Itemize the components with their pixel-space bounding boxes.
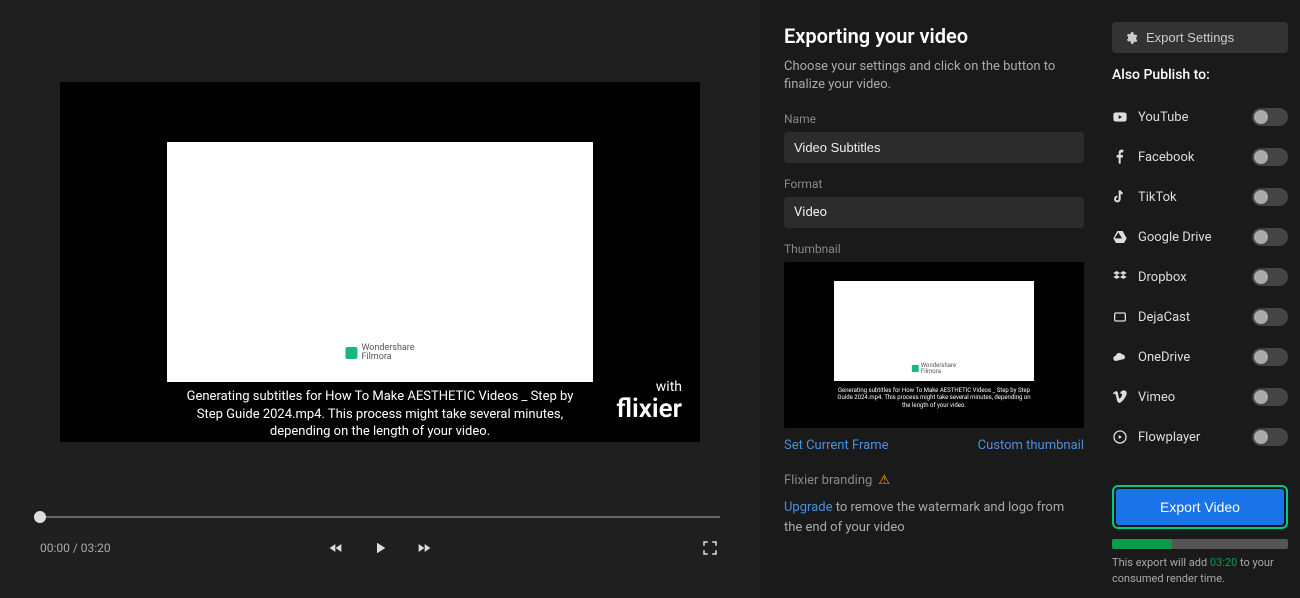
google-drive-icon: [1112, 229, 1128, 245]
publish-label: Facebook: [1138, 150, 1242, 165]
export-description: Choose your settings and click on the bu…: [784, 58, 1084, 94]
thumbnail-subtitle-text: Generating subtitles for How To Make AES…: [834, 387, 1034, 410]
toggle-dejacast[interactable]: [1252, 308, 1288, 326]
also-publish-label: Also Publish to:: [1112, 67, 1288, 83]
export-time-value: 03:20: [1210, 556, 1237, 569]
filmora-icon: [345, 347, 357, 359]
publish-row-dropbox: Dropbox: [1112, 257, 1288, 297]
publish-row-google-drive: Google Drive: [1112, 217, 1288, 257]
publish-label: YouTube: [1138, 110, 1242, 125]
thumbnail-preview: Wondershare Filmora Generating subtitles…: [784, 262, 1084, 428]
subtitle-overlay: Generating subtitles for How To Make AES…: [169, 382, 592, 441]
thumb-filmora-icon: [912, 365, 919, 372]
playback-buttons: [326, 538, 434, 558]
thumbnail-label: Thumbnail: [784, 242, 1084, 256]
scrub-bar[interactable]: [40, 514, 720, 520]
export-panel: Exporting your video Choose your setting…: [760, 0, 1100, 598]
publish-row-flowplayer: Flowplayer: [1112, 417, 1288, 457]
video-frame: Wondershare Filmora Generating subtitles…: [60, 82, 700, 442]
tiktok-icon: [1112, 189, 1128, 205]
format-field-group: Format Video: [784, 177, 1084, 228]
thumbnail-links: Set Current Frame Custom thumbnail: [784, 438, 1084, 453]
thumbnail-inner: Wondershare Filmora: [834, 281, 1034, 381]
custom-thumbnail-link[interactable]: Custom thumbnail: [978, 438, 1084, 453]
thumb-filmora-watermark: Wondershare Filmora: [912, 363, 956, 375]
scrub-thumb[interactable]: [34, 511, 46, 523]
render-progress-fill: [1112, 539, 1172, 549]
publish-label: TikTok: [1138, 190, 1242, 205]
toggle-flowplayer[interactable]: [1252, 428, 1288, 446]
publish-label: Google Drive: [1138, 230, 1242, 245]
export-button-highlight: Export Video: [1112, 485, 1288, 529]
forward-icon: [416, 540, 432, 556]
dropbox-icon: [1112, 269, 1128, 285]
publish-row-youtube: YouTube: [1112, 97, 1288, 137]
toggle-tiktok[interactable]: [1252, 188, 1288, 206]
vimeo-icon: [1112, 389, 1128, 405]
brand-name: flixier: [616, 394, 682, 424]
video-preview-panel: Wondershare Filmora Generating subtitles…: [0, 0, 760, 598]
export-video-button[interactable]: Export Video: [1116, 489, 1284, 525]
forward-button[interactable]: [414, 538, 434, 558]
play-button[interactable]: [370, 538, 390, 558]
youtube-icon: [1112, 109, 1128, 125]
toggle-facebook[interactable]: [1252, 148, 1288, 166]
name-input[interactable]: [784, 132, 1084, 163]
facebook-icon: [1112, 149, 1128, 165]
upgrade-text: Upgrade to remove the watermark and logo…: [784, 498, 1084, 537]
publish-row-onedrive: OneDrive: [1112, 337, 1288, 377]
publish-list: YouTube Facebook TikTok Google Drive Dro…: [1112, 97, 1288, 473]
publish-label: Dropbox: [1138, 270, 1242, 285]
publish-label: OneDrive: [1138, 350, 1242, 365]
publish-row-dejacast: DejaCast: [1112, 297, 1288, 337]
onedrive-icon: [1112, 349, 1128, 365]
toggle-google-drive[interactable]: [1252, 228, 1288, 246]
publish-label: Vimeo: [1138, 390, 1242, 405]
export-settings-button[interactable]: Export Settings: [1112, 22, 1288, 53]
export-settings-label: Export Settings: [1146, 30, 1234, 45]
play-icon: [371, 539, 389, 557]
publish-label: Flowplayer: [1138, 430, 1242, 445]
format-label: Format: [784, 177, 1084, 191]
filmora-watermark: Wondershare Filmora: [345, 344, 414, 362]
toggle-youtube[interactable]: [1252, 108, 1288, 126]
branding-label: Flixier branding: [784, 473, 872, 488]
publish-row-tiktok: TikTok: [1112, 177, 1288, 217]
flowplayer-icon: [1112, 429, 1128, 445]
toggle-onedrive[interactable]: [1252, 348, 1288, 366]
preview-container: Wondershare Filmora Generating subtitles…: [0, 0, 760, 484]
export-note: This export will add 03:20 to your consu…: [1112, 555, 1288, 586]
render-progress-bar: [1112, 539, 1288, 549]
upgrade-link[interactable]: Upgrade: [784, 500, 832, 515]
toggle-vimeo[interactable]: [1252, 388, 1288, 406]
publish-label: DejaCast: [1138, 310, 1242, 325]
thumbnail-group: Thumbnail Wondershare Filmora Generating…: [784, 242, 1084, 453]
watermark-label: Wondershare Filmora: [361, 344, 414, 362]
format-select[interactable]: Video: [784, 197, 1084, 228]
rewind-button[interactable]: [326, 538, 346, 558]
export-title: Exporting your video: [784, 24, 1084, 48]
flixier-brand-overlay: with flixier: [616, 380, 682, 422]
player-controls: 00:00 / 03:20: [0, 524, 760, 598]
publish-sidebar: Export Settings Also Publish to: YouTube…: [1100, 0, 1300, 598]
video-inner-content: Wondershare Filmora: [167, 142, 593, 382]
toggle-dropbox[interactable]: [1252, 268, 1288, 286]
publish-row-facebook: Facebook: [1112, 137, 1288, 177]
gear-icon: [1124, 31, 1138, 45]
fullscreen-button[interactable]: [700, 538, 720, 558]
brand-with-text: with: [616, 380, 682, 394]
fullscreen-icon: [701, 539, 719, 557]
publish-row-vimeo: Vimeo: [1112, 377, 1288, 417]
scrub-track: [40, 516, 720, 518]
set-current-frame-link[interactable]: Set Current Frame: [784, 438, 889, 453]
warn-icon: ⚠: [878, 473, 890, 488]
branding-row: Flixier branding ⚠: [784, 473, 1084, 488]
name-label: Name: [784, 112, 1084, 126]
time-display: 00:00 / 03:20: [40, 541, 111, 555]
name-field-group: Name: [784, 112, 1084, 163]
dejacast-icon: [1112, 309, 1128, 325]
rewind-icon: [328, 540, 344, 556]
